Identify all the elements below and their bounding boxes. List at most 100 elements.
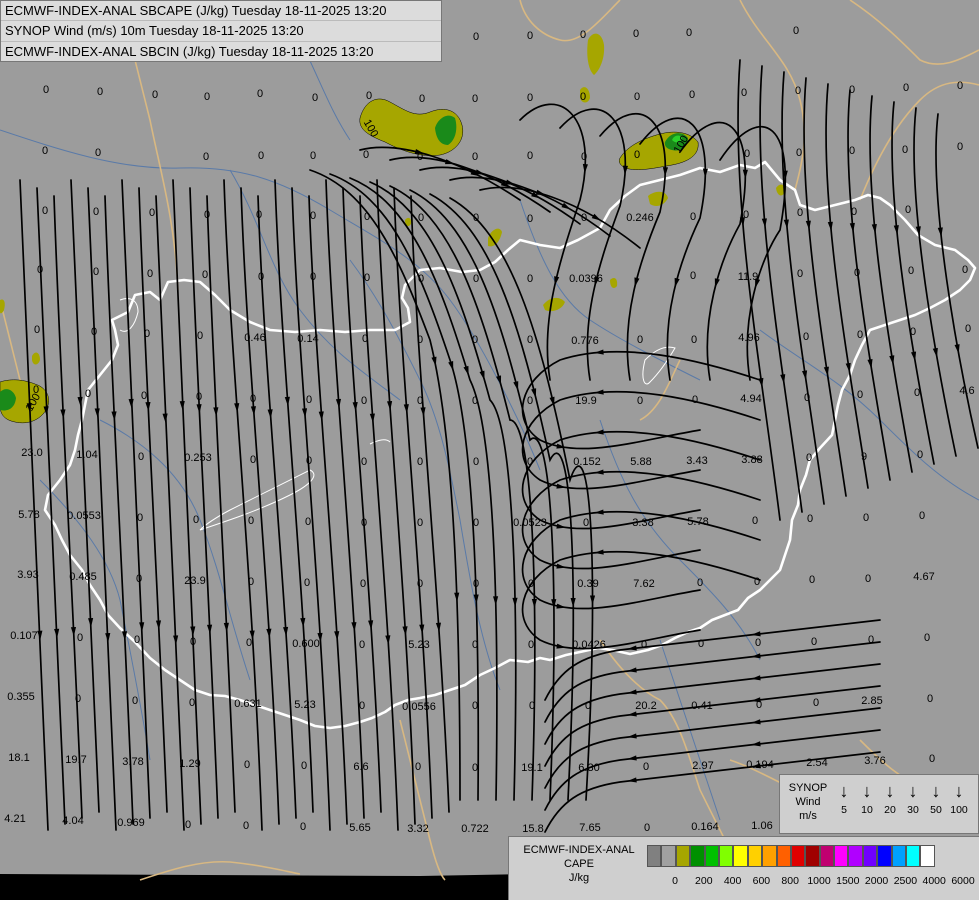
cin-value: 0 — [917, 449, 923, 461]
cin-value: 0 — [692, 394, 698, 406]
cin-value: 0 — [698, 638, 704, 650]
cin-value: 0 — [927, 693, 933, 705]
cin-value: 0 — [152, 89, 158, 101]
cape-swatch — [891, 845, 907, 867]
cin-value: 0 — [97, 86, 103, 98]
cin-value: 1.06 — [751, 820, 772, 832]
down-arrow-icon: ↓ — [839, 781, 849, 801]
cin-value: 0 — [741, 87, 747, 99]
cin-value: 0 — [754, 576, 760, 588]
map-stage: 100 100 100 000000000000000000000000000000… — [0, 0, 979, 900]
cin-value: 0 — [527, 213, 533, 225]
wind-legend-item: ↓ 30 — [903, 779, 923, 817]
cin-value: 0 — [310, 150, 316, 162]
cin-value: 0 — [924, 632, 930, 644]
cin-value: 0 — [755, 637, 761, 649]
cape-swatch — [762, 845, 777, 867]
wind-legend-unit: m/s — [799, 810, 817, 822]
cin-value: 0 — [189, 697, 195, 709]
cin-value: 0 — [248, 515, 254, 527]
cin-value: 0 — [905, 204, 911, 216]
cin-value: 0 — [914, 387, 920, 399]
cin-value: 0 — [807, 513, 813, 525]
wind-speed-label: 20 — [884, 804, 896, 816]
cin-value: 0.0553 — [67, 510, 101, 522]
cin-value: 0 — [641, 639, 647, 651]
wind-legend-arrows: ↓ 5 ↓ 10 ↓ 20 ↓ 30 ↓ 50 ↓ 100 — [834, 779, 974, 829]
cin-value: 0 — [43, 84, 49, 96]
cape-swatch — [848, 845, 863, 867]
cin-value: 0.107 — [10, 630, 38, 642]
cin-value: 0 — [472, 762, 478, 774]
cin-value: 0.0523 — [513, 517, 547, 529]
cin-value: 0 — [417, 151, 423, 163]
cin-value: 2.54 — [806, 757, 827, 769]
cin-value: 4.6 — [959, 385, 974, 397]
cin-value: 0 — [204, 91, 210, 103]
cin-value: 0 — [528, 578, 534, 590]
cin-value: 0 — [144, 328, 150, 340]
cin-value: 4.67 — [913, 571, 934, 583]
cin-value: 0 — [743, 209, 749, 221]
down-arrow-icon: ↓ — [954, 781, 964, 801]
cin-value: 0 — [691, 334, 697, 346]
cin-value: 0 — [42, 205, 48, 217]
cin-value: 0 — [644, 822, 650, 834]
cin-value: 0.0556 — [402, 701, 436, 713]
cin-value: 15.8 — [522, 823, 543, 835]
cin-value: 0.631 — [234, 698, 262, 710]
cin-value: 0 — [634, 91, 640, 103]
cape-swatch — [718, 845, 734, 867]
cape-tick-label: 0 — [672, 875, 678, 887]
cin-value: 0.152 — [573, 456, 601, 468]
cape-swatch — [690, 845, 705, 867]
cin-value: 19.7 — [65, 754, 86, 766]
cin-value: 0.485 — [69, 571, 97, 583]
down-arrow-icon: ↓ — [931, 781, 941, 801]
cin-value: 20.2 — [635, 700, 656, 712]
cin-value: 0 — [910, 326, 916, 338]
cin-value: 0 — [204, 209, 210, 221]
cape-swatch — [704, 845, 719, 867]
cin-value: 0 — [962, 264, 968, 276]
cin-value: 0 — [305, 516, 311, 528]
cin-value: 0 — [527, 334, 533, 346]
cin-value: 0 — [690, 211, 696, 223]
cape-tick-label: 200 — [695, 875, 713, 887]
cape-swatch — [920, 845, 935, 867]
cin-value: 0 — [473, 456, 479, 468]
cin-value: 7.65 — [579, 822, 600, 834]
cin-value: 0 — [637, 334, 643, 346]
cin-value: 0 — [472, 639, 478, 651]
cin-value: 0 — [138, 451, 144, 463]
cin-value: 19.9 — [575, 395, 596, 407]
cin-value: 0 — [473, 273, 479, 285]
cin-value: 0 — [957, 141, 963, 153]
cin-value: 0 — [250, 393, 256, 405]
cape-tick-label: 4000 — [922, 875, 946, 887]
cin-value: 0 — [418, 212, 424, 224]
wind-legend-title1: SYNOP — [788, 782, 828, 794]
cin-value: 0.969 — [117, 817, 145, 829]
cin-value: 0 — [361, 395, 367, 407]
cin-value: 1.29 — [179, 758, 200, 770]
cin-value: 0 — [361, 517, 367, 529]
cin-value: 0 — [811, 636, 817, 648]
cin-value: 0 — [528, 639, 534, 651]
cin-value: 0 — [250, 454, 256, 466]
cin-value: 5.78 — [687, 516, 708, 528]
cin-value: 0 — [472, 151, 478, 163]
cape-swatch — [862, 845, 878, 867]
cin-value: 0 — [193, 514, 199, 526]
cin-value: 0.355 — [7, 691, 35, 703]
cin-value: 0 — [306, 455, 312, 467]
cin-value: 0 — [473, 212, 479, 224]
cin-value: 0 — [93, 266, 99, 278]
cin-value: 0 — [42, 145, 48, 157]
cin-value: 0 — [364, 211, 370, 223]
cin-value: 0 — [246, 637, 252, 649]
weather-map: 100100100 0 0 0 0 0 0 0 0 0 0 0 0 0 0 0 0 0 00 0 0 0 0 00 0 0 0 0 0… — [0, 0, 979, 900]
cin-value: 0 — [147, 268, 153, 280]
cin-value: 0 — [417, 456, 423, 468]
cin-value: 2.97 — [692, 760, 713, 772]
